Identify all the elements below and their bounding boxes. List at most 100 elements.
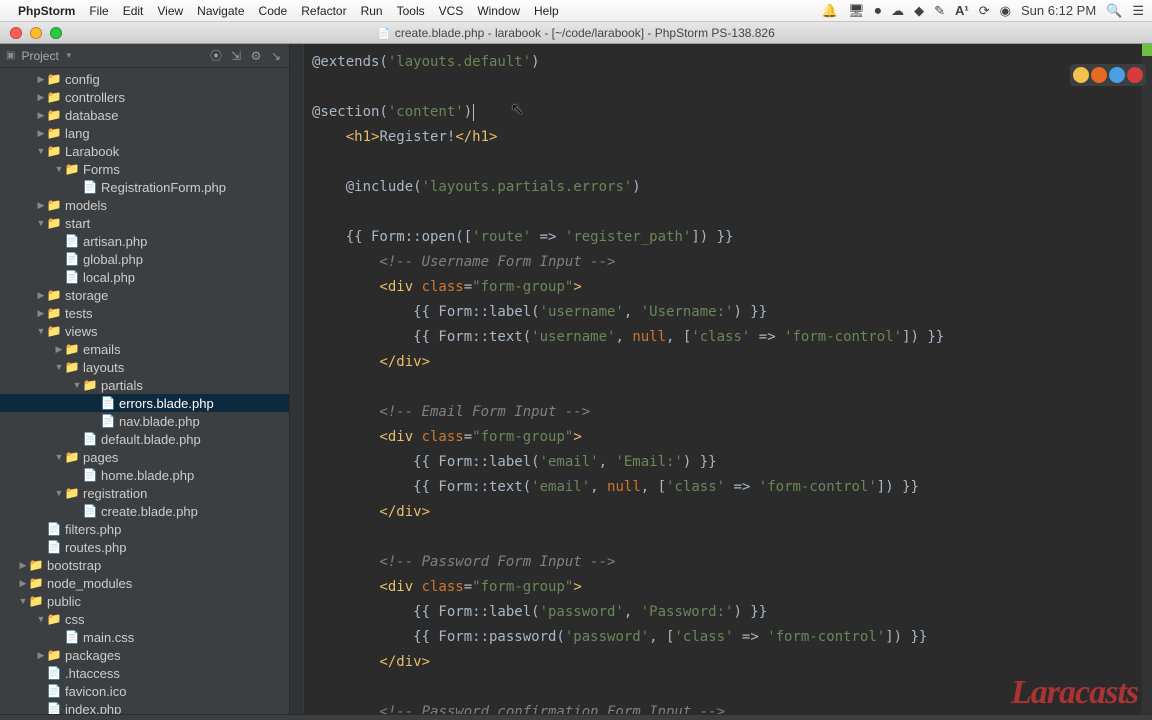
close-button[interactable] bbox=[10, 27, 22, 39]
disclosure-arrow-icon[interactable] bbox=[18, 560, 28, 571]
tree-node[interactable]: 📁layouts bbox=[0, 358, 289, 376]
display-icon[interactable]: 🖥 bbox=[848, 3, 865, 19]
disclosure-arrow-icon[interactable] bbox=[54, 164, 64, 174]
tree-node[interactable]: 📄.htaccess bbox=[0, 664, 289, 682]
disclosure-arrow-icon[interactable] bbox=[36, 614, 46, 624]
tree-node[interactable]: 📁bootstrap bbox=[0, 556, 289, 574]
menubar-clock[interactable]: Sun 6:12 PM bbox=[1021, 3, 1096, 18]
disclosure-arrow-icon[interactable] bbox=[36, 92, 46, 103]
tree-node[interactable]: 📁node_modules bbox=[0, 574, 289, 592]
disclosure-arrow-icon[interactable] bbox=[36, 200, 46, 211]
tree-node[interactable]: 📁lang bbox=[0, 124, 289, 142]
gear-icon[interactable]: ⚙ bbox=[249, 49, 263, 63]
firefox-icon[interactable] bbox=[1091, 67, 1107, 83]
menu-run[interactable]: Run bbox=[361, 4, 383, 18]
disclosure-arrow-icon[interactable] bbox=[18, 596, 28, 606]
chevron-down-icon[interactable]: ▼ bbox=[65, 51, 73, 60]
opera-icon[interactable] bbox=[1127, 67, 1143, 83]
tree-node[interactable]: 📁config bbox=[0, 70, 289, 88]
menu-window[interactable]: Window bbox=[477, 4, 520, 18]
tree-label: config bbox=[65, 72, 100, 87]
disclosure-arrow-icon[interactable] bbox=[36, 290, 46, 301]
record-icon[interactable]: ⏺ bbox=[875, 3, 882, 19]
tree-node[interactable]: 📄routes.php bbox=[0, 538, 289, 556]
tree-node[interactable]: 📁controllers bbox=[0, 88, 289, 106]
project-tree[interactable]: 📁config📁controllers📁database📁lang📁Larabo… bbox=[0, 68, 289, 720]
disclosure-arrow-icon[interactable] bbox=[54, 362, 64, 372]
tree-node[interactable]: 📄default.blade.php bbox=[0, 430, 289, 448]
hide-icon[interactable]: ↘ bbox=[269, 49, 283, 63]
bell-icon[interactable]: 🔔 bbox=[822, 3, 838, 19]
disclosure-arrow-icon[interactable] bbox=[36, 128, 46, 139]
collapse-icon[interactable]: ⇲ bbox=[229, 49, 243, 63]
menu-edit[interactable]: Edit bbox=[123, 4, 144, 18]
code-area[interactable]: @extends('layouts.default') @section('co… bbox=[304, 44, 1140, 720]
vertical-scrollbar[interactable] bbox=[1142, 44, 1152, 720]
tree-node[interactable]: 📁registration bbox=[0, 484, 289, 502]
tree-node[interactable]: 📁packages bbox=[0, 646, 289, 664]
tree-node[interactable]: 📄create.blade.php bbox=[0, 502, 289, 520]
wifi-icon[interactable]: ◉ bbox=[1000, 3, 1011, 19]
tree-node[interactable]: 📄local.php bbox=[0, 268, 289, 286]
menu-file[interactable]: File bbox=[89, 4, 108, 18]
disclosure-arrow-icon[interactable] bbox=[36, 218, 46, 228]
tree-node[interactable]: 📄RegistrationForm.php bbox=[0, 178, 289, 196]
disclosure-arrow-icon[interactable] bbox=[36, 146, 46, 156]
disclosure-arrow-icon[interactable] bbox=[54, 452, 64, 462]
tree-node[interactable]: 📁models bbox=[0, 196, 289, 214]
disclosure-arrow-icon[interactable] bbox=[36, 74, 46, 85]
dropbox-icon[interactable]: ◆ bbox=[914, 3, 924, 19]
disclosure-arrow-icon[interactable] bbox=[54, 344, 64, 355]
code-editor[interactable]: @extends('layouts.default') @section('co… bbox=[290, 44, 1152, 720]
menu-view[interactable]: View bbox=[157, 4, 183, 18]
tree-node[interactable]: 📁pages bbox=[0, 448, 289, 466]
safari-icon[interactable] bbox=[1109, 67, 1125, 83]
notification-center-icon[interactable]: ☰ bbox=[1132, 3, 1144, 19]
disclosure-arrow-icon[interactable] bbox=[54, 488, 64, 498]
tree-node[interactable]: 📄errors.blade.php bbox=[0, 394, 289, 412]
disclosure-arrow-icon[interactable] bbox=[36, 326, 46, 336]
cloud-icon[interactable]: ☁ bbox=[891, 3, 904, 19]
tree-node[interactable]: 📄favicon.ico bbox=[0, 682, 289, 700]
disclosure-arrow-icon[interactable] bbox=[36, 110, 46, 121]
menu-tools[interactable]: Tools bbox=[397, 4, 425, 18]
chrome-icon[interactable] bbox=[1073, 67, 1089, 83]
tree-node[interactable]: 📁storage bbox=[0, 286, 289, 304]
menu-help[interactable]: Help bbox=[534, 4, 559, 18]
zoom-button[interactable] bbox=[50, 27, 62, 39]
tree-node[interactable]: 📁public bbox=[0, 592, 289, 610]
tree-node[interactable]: 📁views bbox=[0, 322, 289, 340]
tree-node[interactable]: 📄home.blade.php bbox=[0, 466, 289, 484]
target-icon[interactable]: ⦿ bbox=[209, 47, 223, 64]
menu-navigate[interactable]: Navigate bbox=[197, 4, 244, 18]
tree-node[interactable]: 📁start bbox=[0, 214, 289, 232]
tree-node[interactable]: 📁Forms bbox=[0, 160, 289, 178]
disclosure-arrow-icon[interactable] bbox=[18, 578, 28, 589]
tree-node[interactable]: 📄nav.blade.php bbox=[0, 412, 289, 430]
disclosure-arrow-icon[interactable] bbox=[72, 380, 82, 390]
disclosure-arrow-icon[interactable] bbox=[36, 650, 46, 661]
editor-gutter[interactable] bbox=[290, 44, 304, 720]
menu-refactor[interactable]: Refactor bbox=[301, 4, 346, 18]
tree-node[interactable]: 📄global.php bbox=[0, 250, 289, 268]
tree-node[interactable]: 📁database bbox=[0, 106, 289, 124]
tree-node[interactable]: 📁partials bbox=[0, 376, 289, 394]
tree-node[interactable]: 📁css bbox=[0, 610, 289, 628]
project-label[interactable]: Project bbox=[21, 49, 58, 63]
adobe-icon[interactable]: A¹ bbox=[955, 3, 969, 18]
tree-node[interactable]: 📁emails bbox=[0, 340, 289, 358]
project-dropdown-icon[interactable]: ▣ bbox=[6, 50, 15, 61]
menu-vcs[interactable]: VCS bbox=[439, 4, 464, 18]
tree-node[interactable]: 📁tests bbox=[0, 304, 289, 322]
menu-code[interactable]: Code bbox=[259, 4, 288, 18]
tree-node[interactable]: 📄artisan.php bbox=[0, 232, 289, 250]
tree-node[interactable]: 📄main.css bbox=[0, 628, 289, 646]
key-icon[interactable]: ✎ bbox=[934, 3, 945, 19]
disclosure-arrow-icon[interactable] bbox=[36, 308, 46, 319]
spotlight-icon[interactable]: 🔍 bbox=[1106, 3, 1122, 19]
tree-node[interactable]: 📄filters.php bbox=[0, 520, 289, 538]
minimize-button[interactable] bbox=[30, 27, 42, 39]
sync-icon[interactable]: ⟳ bbox=[979, 3, 990, 19]
tree-node[interactable]: 📁Larabook bbox=[0, 142, 289, 160]
menubar-app[interactable]: PhpStorm bbox=[18, 4, 75, 18]
